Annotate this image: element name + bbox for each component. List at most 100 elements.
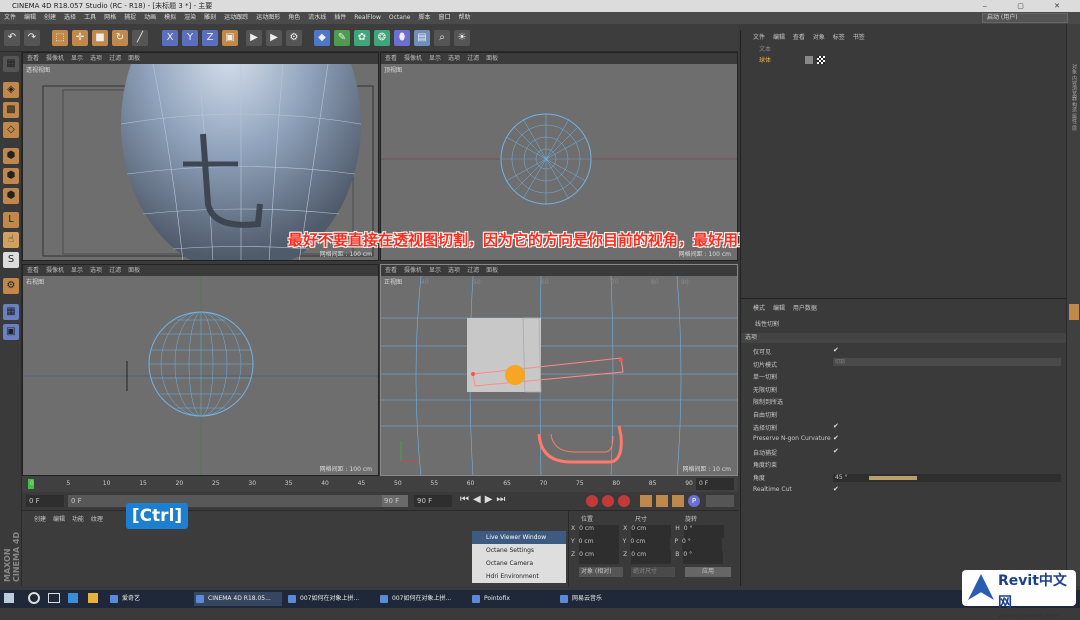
octane-hdri[interactable]: Hdri Environment xyxy=(472,570,566,583)
tweak-icon[interactable]: ☝ xyxy=(3,232,19,248)
menu-item[interactable]: 编辑 xyxy=(24,14,36,21)
record-icon[interactable] xyxy=(586,495,598,507)
scale-icon[interactable]: ■ xyxy=(92,30,108,46)
octane-live-viewer[interactable]: Live Viewer Window xyxy=(472,531,566,544)
key-param-icon[interactable]: P xyxy=(688,495,700,507)
sphere-tag-icon[interactable] xyxy=(805,56,813,64)
lock-icon[interactable]: ⚙ xyxy=(3,278,19,294)
coord-row-z[interactable]: Z0 cm Z 0 cm B 0 ° xyxy=(571,551,735,564)
redo-icon[interactable]: ↷ xyxy=(24,30,40,46)
object-item-sphere[interactable]: 球体 xyxy=(749,55,795,65)
menu-item[interactable]: 帮助 xyxy=(458,14,470,21)
select-icon[interactable]: ⬚ xyxy=(52,30,68,46)
grid-icon[interactable]: ▦ xyxy=(3,304,19,320)
edges-mode-icon[interactable]: ⬢ xyxy=(3,168,19,184)
attr-section-options[interactable]: 选项 xyxy=(741,333,1067,343)
light-icon[interactable]: ☀ xyxy=(454,30,470,46)
attr-checkbox[interactable]: ✔ xyxy=(833,422,839,430)
snap-icon[interactable]: S xyxy=(3,252,19,268)
range-slider[interactable]: 0 F xyxy=(68,495,408,507)
autokey-icon[interactable] xyxy=(602,495,614,507)
explorer-icon[interactable] xyxy=(88,593,98,603)
coordinate-system-icon[interactable]: ▣ xyxy=(222,30,238,46)
object-manager-tabs[interactable]: 文件 编辑 查看 对象 标签 书签 xyxy=(753,32,865,41)
menu-item[interactable]: 运动图形 xyxy=(256,14,280,21)
octane-settings[interactable]: Octane Settings xyxy=(472,544,566,557)
viewport-front[interactable]: 查看 摄像机 显示 选项 过滤 面板 正视图 40 50 60 70 80 90 网格间距 : … xyxy=(380,264,738,476)
polygons-mode-icon[interactable]: ⬢ xyxy=(3,188,19,204)
timeline-ruler[interactable]: 0 F 0 5 10 15 20 25 30 35 40 45 50 55 60 65 70 75 80 85 90 xyxy=(22,476,738,492)
task-doc-1[interactable]: 007如何在对象上拼... xyxy=(286,592,374,606)
key-position-icon[interactable] xyxy=(640,495,652,507)
object-item-text[interactable]: 文本 xyxy=(749,44,795,54)
transport-buttons[interactable]: ⏮◀▶⏭ xyxy=(460,494,509,505)
layout-select[interactable]: 启动 (用户) xyxy=(982,13,1068,23)
render-view-icon[interactable]: ▶ xyxy=(246,30,262,46)
menu-item[interactable]: 文件 xyxy=(4,14,16,21)
deformer-icon[interactable]: ⬮ xyxy=(394,30,410,46)
menu-item[interactable]: RealFlow xyxy=(354,14,381,21)
checker-tag-icon[interactable] xyxy=(817,56,825,64)
task-doc-2[interactable]: 007如何在对象上拼... xyxy=(378,592,466,606)
coord-mode-select[interactable]: 对象 (相对) xyxy=(579,567,623,577)
menu-item[interactable]: Octane xyxy=(389,14,411,21)
viewport-right[interactable]: 查看 摄像机 显示 选项 过滤 面板 右视图 网格间距 : 100 cm xyxy=(22,264,379,476)
menu-item[interactable]: 插件 xyxy=(334,14,346,21)
model-mode-icon[interactable]: ◈ xyxy=(3,82,19,98)
floor-icon[interactable]: ▤ xyxy=(414,30,430,46)
attr-tabs[interactable]: 模式 编辑 用户数据 xyxy=(753,303,817,312)
window-controls[interactable]: ‒ ▢ ✕ xyxy=(983,0,1074,12)
pen-spline-icon[interactable]: ✎ xyxy=(334,30,350,46)
axis-mode-icon[interactable]: L xyxy=(3,212,19,228)
render-settings-icon[interactable]: ⚙ xyxy=(286,30,302,46)
live-select-icon[interactable]: ╱ xyxy=(132,30,148,46)
menu-item[interactable]: 窗口 xyxy=(438,14,450,21)
apply-button[interactable]: 应用 xyxy=(685,567,731,577)
cube-icon[interactable]: ◆ xyxy=(314,30,330,46)
cloner-icon[interactable]: ❂ xyxy=(374,30,390,46)
task-netease-music[interactable]: 网易云音乐 xyxy=(558,592,642,606)
move-icon[interactable]: ✛ xyxy=(72,30,88,46)
task-pointofix[interactable]: Pointofix xyxy=(470,592,554,606)
menu-item[interactable]: 动画 xyxy=(144,14,156,21)
task-cinema4d[interactable]: CINEMA 4D R18.05... xyxy=(194,592,282,606)
start-icon[interactable] xyxy=(4,593,14,603)
attr-checkbox[interactable]: ✔ xyxy=(833,346,839,354)
attr-checkbox[interactable]: ✔ xyxy=(833,485,839,493)
mode-select[interactable]: 切割 xyxy=(833,358,1061,366)
menu-item[interactable]: 模拟 xyxy=(164,14,176,21)
menu-item[interactable]: 网格 xyxy=(104,14,116,21)
x-axis-icon[interactable]: X xyxy=(162,30,178,46)
search-icon[interactable] xyxy=(28,592,40,604)
menu-item[interactable]: 角色 xyxy=(288,14,300,21)
edge-icon[interactable] xyxy=(68,593,78,603)
menu-item[interactable]: 工具 xyxy=(84,14,96,21)
layer-icon[interactable]: ▣ xyxy=(3,324,19,340)
attr-checkbox[interactable]: ✔ xyxy=(833,434,839,442)
angle-field[interactable]: 45 ° xyxy=(833,474,1061,482)
attr-checkbox[interactable]: ✔ xyxy=(833,447,839,455)
texture-mode-icon[interactable]: ▩ xyxy=(3,102,19,118)
subdivision-icon[interactable]: ✿ xyxy=(354,30,370,46)
menu-item[interactable]: 渲染 xyxy=(184,14,196,21)
attributes-side-tab[interactable] xyxy=(1069,304,1079,320)
timeline-menu-icon[interactable] xyxy=(706,495,734,507)
camera-icon[interactable]: ⌕ xyxy=(434,30,450,46)
menu-item[interactable]: 选择 xyxy=(64,14,76,21)
y-axis-icon[interactable]: Y xyxy=(182,30,198,46)
undo-icon[interactable]: ↶ xyxy=(4,30,20,46)
points-mode-icon[interactable]: ⬢ xyxy=(3,148,19,164)
menu-item[interactable]: 流水线 xyxy=(308,14,326,21)
rotate-icon[interactable]: ↻ xyxy=(112,30,128,46)
make-editable-icon[interactable]: ▦ xyxy=(3,56,19,72)
task-iqiyi[interactable]: 爱奇艺 xyxy=(108,592,188,606)
menu-item[interactable]: 创建 xyxy=(44,14,56,21)
workplane-icon[interactable]: ◇ xyxy=(3,122,19,138)
menu-item[interactable]: 脚本 xyxy=(418,14,430,21)
render-picture-icon[interactable]: ▶ xyxy=(266,30,282,46)
task-view-icon[interactable] xyxy=(48,593,60,603)
menu-item[interactable]: 雕刻 xyxy=(204,14,216,21)
end-frame-field[interactable]: 90 F xyxy=(414,495,452,507)
menu-item[interactable]: 捕捉 xyxy=(124,14,136,21)
key-rotation-icon[interactable] xyxy=(672,495,684,507)
